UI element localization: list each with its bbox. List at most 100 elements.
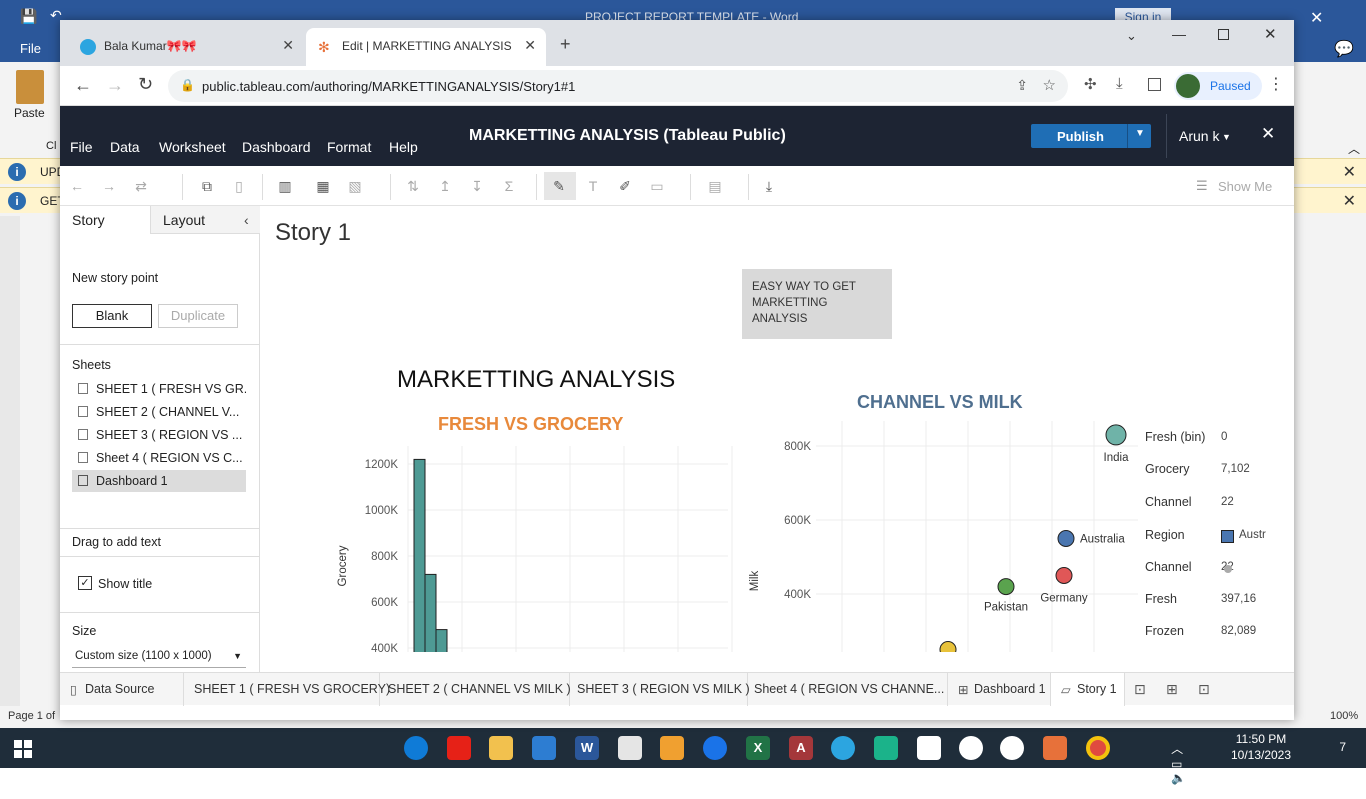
menu-worksheet[interactable]: Worksheet (159, 139, 226, 155)
story-title[interactable]: Story 1 (275, 219, 351, 247)
chrome-icon[interactable] (1086, 736, 1110, 760)
play-icon[interactable] (703, 736, 727, 760)
drag-to-add-text[interactable]: Drag to add text (72, 535, 161, 549)
paste-icon[interactable] (16, 70, 44, 104)
menu-format[interactable]: Format (327, 139, 371, 155)
new-tab-icon[interactable]: + (560, 34, 571, 55)
profile-button[interactable]: Paused (1174, 72, 1262, 100)
sheet-item[interactable]: Sheet 4 ( REGION VS C... (72, 447, 246, 469)
redo-icon[interactable]: → (100, 178, 118, 194)
user-dropdown-icon[interactable]: ▼ (1222, 132, 1231, 142)
format-icon[interactable]: ✐ (616, 178, 634, 194)
sheet-item-dashboard[interactable]: Dashboard 1 (72, 470, 246, 492)
minimize-icon[interactable]: — (1172, 26, 1186, 42)
tab-sheet-1[interactable]: SHEET 1 ( FRESH VS GROCERY) (186, 673, 390, 706)
download-icon[interactable]: ⤓ (1116, 75, 1123, 92)
tableau-icon[interactable] (1043, 736, 1067, 760)
story-point-caption[interactable]: EASY WAY TO GET MARKETTING ANALYSIS (742, 269, 892, 339)
channel-vs-milk-chart[interactable]: 800K 600K 400K Milk India Australia Germany Pak… (738, 421, 1138, 652)
share-icon[interactable]: ⇪ (1016, 77, 1028, 94)
show-me-icon[interactable]: ☰ (1196, 178, 1208, 194)
github-icon[interactable] (1000, 736, 1024, 760)
word-close-icon[interactable]: ✕ (1310, 8, 1323, 28)
edge-icon[interactable] (404, 736, 428, 760)
show-cards-icon[interactable]: ▤ (706, 178, 724, 194)
omnibox[interactable]: 🔒 public.tableau.com/authoring/MARKETTIN… (168, 70, 1068, 102)
swap-icon[interactable]: ⇅ (404, 178, 422, 194)
lock-icon[interactable]: 🔒 (180, 78, 195, 92)
sort-asc-icon[interactable]: ↥ (436, 178, 454, 194)
tab-story[interactable]: Story (72, 212, 105, 228)
fresh-vs-grocery-chart[interactable]: 1200K 1000K 800K 600K 400K Grocery (328, 446, 748, 652)
presentation-icon[interactable]: ⤓ (760, 178, 778, 194)
sheet-item[interactable]: SHEET 1 ( FRESH VS GR... (72, 378, 246, 400)
fit-icon[interactable]: ▭ (648, 178, 666, 194)
clock-date[interactable]: 10/13/2023 (1226, 748, 1296, 762)
pause-icon[interactable]: ▯ (230, 178, 248, 194)
clear-sheet-icon[interactable]: ▧ (346, 178, 364, 194)
telegram-icon[interactable] (831, 736, 855, 760)
tab-search-icon[interactable]: ⌄ (1126, 28, 1137, 44)
sheet-item[interactable]: SHEET 2 ( CHANNEL V... (72, 401, 246, 423)
labels-icon[interactable]: T (584, 178, 602, 194)
menu-help[interactable]: Help (389, 139, 418, 155)
publish-dropdown-icon[interactable]: ▼ (1135, 128, 1145, 139)
tray-icons[interactable]: ︿ ▭ 🔈 ≋ (1171, 740, 1186, 799)
blank-button[interactable]: Blank (72, 304, 152, 328)
tab-sheet-4[interactable]: Sheet 4 ( REGION VS CHANNE... (748, 673, 948, 706)
access-icon[interactable]: A (789, 736, 813, 760)
tab-story-1[interactable]: ▱ Story 1 (1051, 673, 1125, 706)
word-icon[interactable]: W (575, 736, 599, 760)
clock-time[interactable]: 11:50 PM (1226, 732, 1296, 746)
new-story-icon[interactable]: ⊡ (1198, 681, 1210, 698)
tab-sheet-2[interactable]: SHEET 2 ( CHANNEL VS MILK ) (380, 673, 571, 706)
store-icon[interactable] (532, 736, 556, 760)
url-text[interactable]: public.tableau.com/authoring/MARKETTINGA… (202, 79, 575, 94)
back-icon[interactable]: ← (74, 75, 92, 96)
menu-dashboard[interactable]: Dashboard (242, 139, 311, 155)
close-get-bar-icon[interactable]: ✕ (1343, 191, 1356, 211)
maximize-icon[interactable] (1218, 29, 1229, 40)
close-window-icon[interactable]: ✕ (1264, 25, 1277, 43)
sheet-item[interactable]: SHEET 3 ( REGION VS ... (72, 424, 246, 446)
windows-start-icon[interactable] (14, 740, 32, 758)
publish-button[interactable]: Publish ▼ (1031, 124, 1151, 148)
tab-layout[interactable]: Layout (163, 212, 205, 228)
file-explorer-icon[interactable] (489, 736, 513, 760)
tab-marketting-analysis[interactable]: ✻ Edit | MARKETTING ANALYSIS ✕ (306, 28, 546, 66)
show-me-button[interactable]: Show Me (1218, 179, 1272, 194)
collapse-panel-icon[interactable]: ‹ (244, 212, 249, 228)
tab-dashboard-1[interactable]: ⊞ Dashboard 1 (948, 673, 1051, 706)
dropdown-icon[interactable]: ▼ (233, 651, 242, 661)
chrome-menu-icon[interactable]: ⋮ (1268, 74, 1284, 94)
menu-data[interactable]: Data (110, 139, 140, 155)
totals-icon[interactable]: Σ (500, 178, 518, 194)
close-tab-icon[interactable]: ✕ (524, 37, 536, 54)
duplicate-sheet-icon[interactable]: ▦ (314, 178, 332, 194)
excel-icon[interactable]: X (746, 736, 770, 760)
user-menu[interactable]: Arun k (1179, 128, 1219, 144)
new-worksheet-icon[interactable]: ▥ (276, 178, 294, 194)
sort-desc-icon[interactable]: ↧ (468, 178, 486, 194)
save-icon[interactable]: 💾 (20, 8, 37, 25)
close-tab-icon[interactable]: ✕ (282, 37, 294, 54)
rstudio-icon[interactable] (874, 736, 898, 760)
bookmark-star-icon[interactable]: ☆ (1043, 76, 1056, 94)
collapse-ribbon-icon[interactable]: ︿ (1348, 140, 1360, 157)
new-data-source-icon[interactable]: ⧉ (198, 178, 216, 194)
media-icon[interactable] (660, 736, 684, 760)
tab-sheet-3[interactable]: SHEET 3 ( REGION VS MILK ) (570, 673, 750, 706)
size-select[interactable]: Custom size (1100 x 1000) ▼ (72, 646, 246, 668)
youtube-icon[interactable] (447, 736, 471, 760)
tab-data-source[interactable]: ▯ Data Source (60, 673, 184, 706)
comments-icon[interactable]: 💬 (1334, 39, 1354, 59)
word-file-tab[interactable]: File (20, 41, 41, 56)
reload-icon[interactable]: ↻ (138, 74, 153, 95)
sidebar-icon[interactable] (1148, 78, 1161, 91)
undo-icon[interactable]: ← (68, 178, 86, 194)
extensions-icon[interactable]: ✣ (1084, 75, 1097, 93)
new-worksheet-icon[interactable]: ⊡ (1134, 681, 1146, 698)
close-editor-icon[interactable]: ✕ (1261, 124, 1275, 144)
ubuntu-icon[interactable] (959, 736, 983, 760)
zoom-level[interactable]: 100% (1330, 710, 1358, 722)
